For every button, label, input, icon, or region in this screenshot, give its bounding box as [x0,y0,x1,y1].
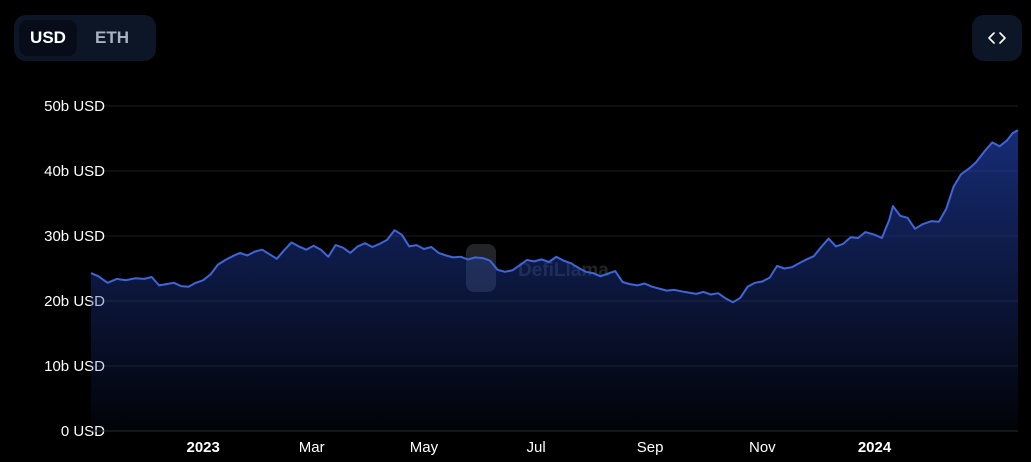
x-tick-label: 2024 [858,439,892,456]
x-tick-label: Mar [299,439,325,456]
x-axis: 2023 Mar May Jul Sep Nov 2024 [187,439,892,456]
x-tick-label: May [410,439,439,456]
tvl-chart: 0 USD10b USD20b USD30b USD40b USD50b USD… [44,98,1019,456]
x-tick-label: Sep [637,439,664,456]
y-tick-label: 40b USD [44,163,105,180]
y-tick-label: 30b USD [44,228,105,245]
x-tick-label: 2023 [187,439,220,456]
series-area [91,130,1018,431]
x-tick-label: Jul [527,439,546,456]
x-tick-label: Nov [749,439,776,456]
y-tick-label: 50b USD [44,98,105,115]
